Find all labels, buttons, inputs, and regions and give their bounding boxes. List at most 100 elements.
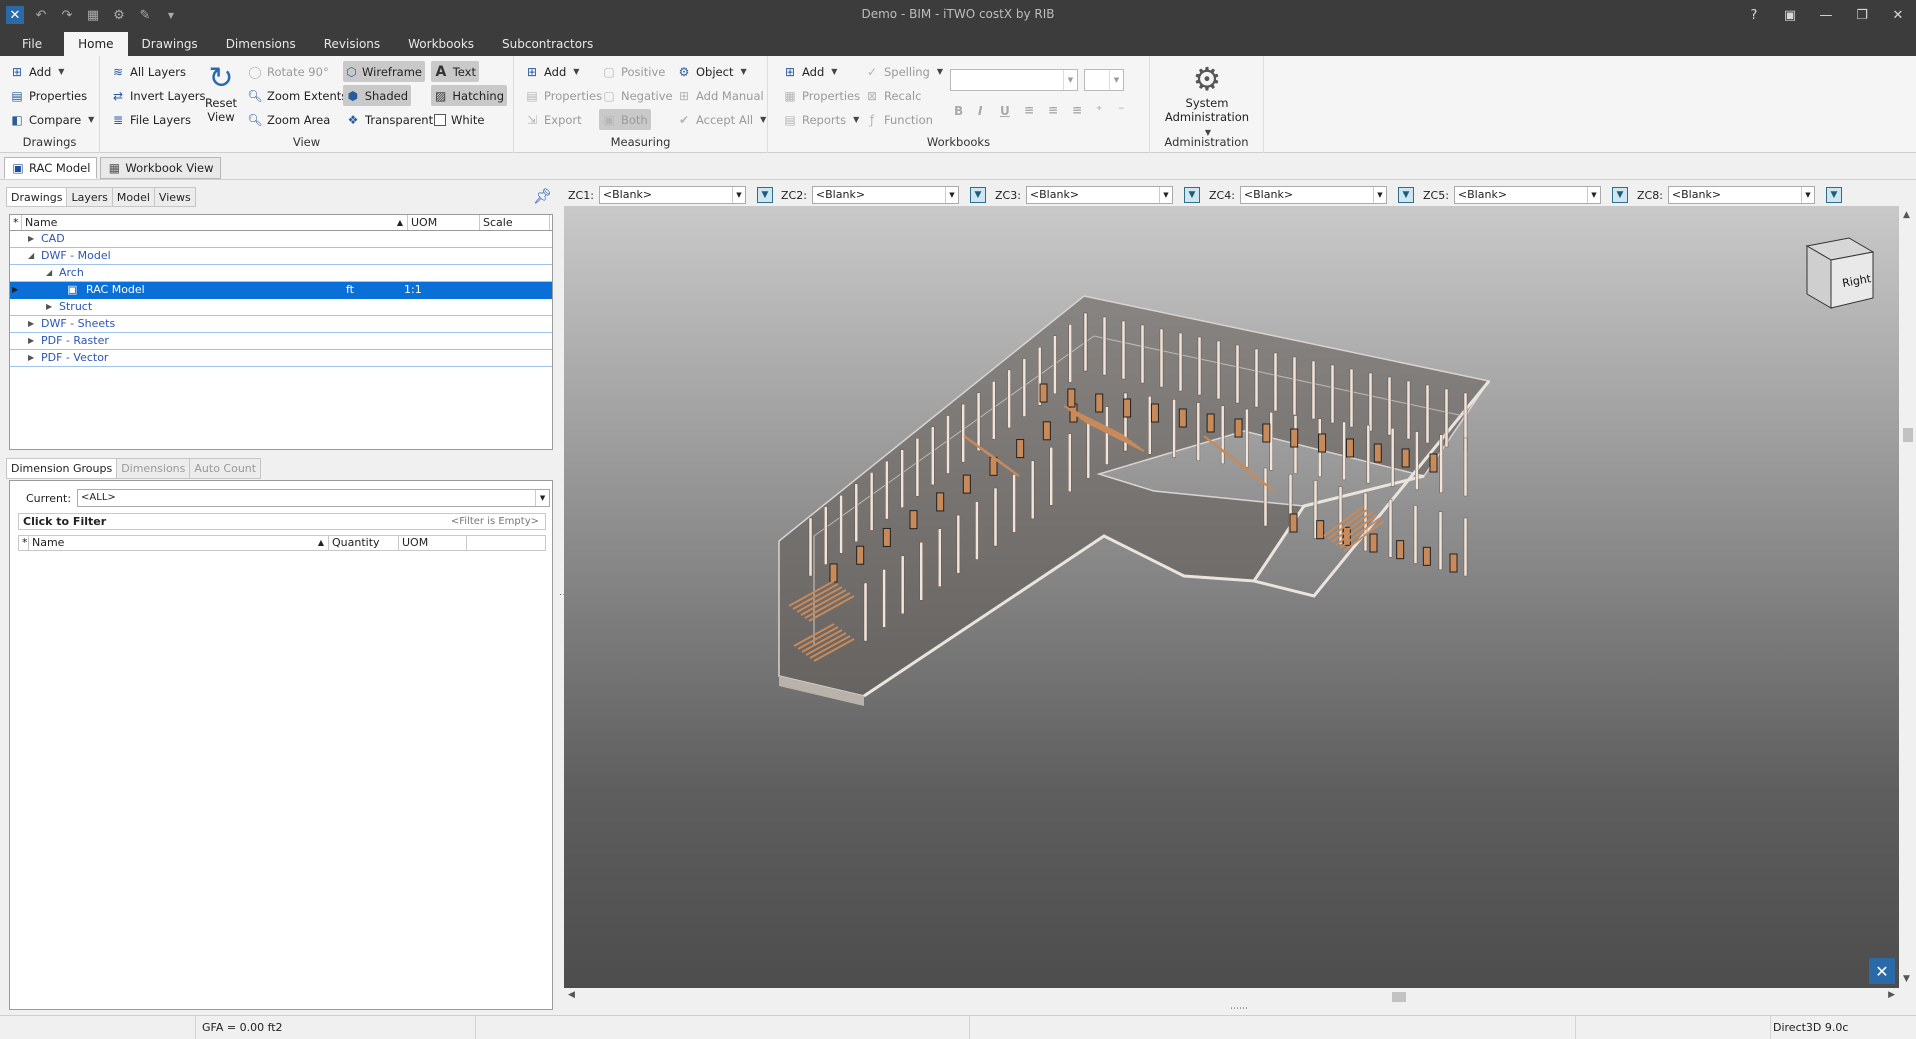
close-button[interactable]: ✕ xyxy=(1880,0,1916,30)
filter-icon[interactable]: ▼ xyxy=(1825,187,1842,203)
horizontal-scrollbar[interactable]: ◀ ▶ xyxy=(564,988,1899,1005)
tab-rac-model[interactable]: ▣ RAC Model xyxy=(4,157,98,179)
tab-drawings[interactable]: Drawings xyxy=(128,32,212,56)
scale-column-header[interactable]: Scale xyxy=(480,215,550,230)
wireframe-button[interactable]: ⬡ Wireframe xyxy=(343,61,425,82)
negative-button[interactable]: ▢ Negative xyxy=(599,85,676,106)
rotate-button[interactable]: ◯ Rotate 90° xyxy=(245,61,332,82)
tab-auto-count[interactable]: Auto Count xyxy=(189,458,262,479)
tab-dimensions-list[interactable]: Dimensions xyxy=(116,458,191,479)
add-manual-button[interactable]: ⊞ Add Manual xyxy=(674,85,767,106)
tree-row-struct[interactable]: ▶ Struct xyxy=(10,299,552,316)
workbooks-add-button[interactable]: ⊞ Add ▼ xyxy=(780,61,840,82)
vertical-scroll-thumb[interactable] xyxy=(1903,428,1913,442)
file-layers-button[interactable]: ≣ File Layers xyxy=(108,109,194,130)
drawings-properties-button[interactable]: ▤ Properties xyxy=(7,85,90,106)
tab-subcontractors[interactable]: Subcontractors xyxy=(488,32,607,56)
expand-icon[interactable]: ▶ xyxy=(28,333,34,349)
resize-grip-icon[interactable]: ⋯⋯ xyxy=(1230,1004,1248,1014)
measuring-add-button[interactable]: ⊞ Add ▼ xyxy=(522,61,582,82)
minimize-button[interactable]: — xyxy=(1808,0,1844,30)
scroll-left-icon[interactable]: ◀ xyxy=(568,990,575,1000)
measuring-export-button[interactable]: ⇲ Export xyxy=(522,109,585,130)
horizontal-scroll-thumb[interactable] xyxy=(1392,992,1406,1002)
filter-icon[interactable]: ▼ xyxy=(1183,187,1200,203)
filter-icon[interactable]: ▼ xyxy=(1611,187,1628,203)
tab-workbooks[interactable]: Workbooks xyxy=(394,32,488,56)
expand-icon[interactable]: ▶ xyxy=(46,299,52,315)
function-button[interactable]: ƒ Function xyxy=(862,109,936,130)
zc2-select[interactable]: <Blank> ▼ xyxy=(811,186,959,204)
dim-quantity-column-header[interactable]: Quantity xyxy=(329,536,399,550)
filter-icon[interactable]: ▼ xyxy=(969,187,986,203)
text-toggle-button[interactable]: A Text xyxy=(431,61,479,82)
expand-icon[interactable]: ▶ xyxy=(28,350,34,366)
drawings-add-button[interactable]: ⊞ Add ▼ xyxy=(7,61,67,82)
reset-view-button[interactable]: ↻ Reset View xyxy=(203,62,239,125)
zc5-select[interactable]: <Blank> ▼ xyxy=(1453,186,1601,204)
workbooks-properties-button[interactable]: ▦ Properties xyxy=(780,85,863,106)
tree-row-arch[interactable]: ◢ Arch xyxy=(10,265,552,282)
tab-workbook-view[interactable]: ▦ Workbook View xyxy=(100,157,221,179)
3d-viewport[interactable]: Right ✕ xyxy=(564,206,1899,988)
tab-revisions[interactable]: Revisions xyxy=(310,32,394,56)
pin-icon[interactable]: 📌︎ xyxy=(533,187,552,205)
uom-column-header[interactable]: UOM xyxy=(408,215,480,230)
filter-icon[interactable]: ▼ xyxy=(1397,187,1414,203)
scroll-up-icon[interactable]: ▲ xyxy=(1903,210,1910,220)
vertical-scrollbar[interactable]: ▲ ▼ xyxy=(1899,206,1916,988)
font-name-combo[interactable]: ▼ xyxy=(950,69,1078,91)
hatching-button[interactable]: ▨ Hatching xyxy=(431,85,507,106)
invert-layers-button[interactable]: ⇄ Invert Layers xyxy=(108,85,209,106)
tab-layers-panel[interactable]: Layers xyxy=(66,187,113,207)
collapse-icon[interactable]: ◢ xyxy=(28,248,34,264)
font-size-combo[interactable]: ▼ xyxy=(1084,69,1124,91)
maximize-button[interactable]: ❐ xyxy=(1844,0,1880,30)
filter-bar[interactable]: Click to Filter <Filter is Empty> xyxy=(18,513,546,530)
expand-icon[interactable]: ▶ xyxy=(28,316,34,332)
tree-row-pdf-raster[interactable]: ▶ PDF - Raster xyxy=(10,333,552,350)
tab-file[interactable]: File xyxy=(0,32,64,56)
positive-button[interactable]: ▢ Positive xyxy=(599,61,668,82)
tree-row-dwf-sheets[interactable]: ▶ DWF - Sheets xyxy=(10,316,552,333)
align-left-icon[interactable]: ≡ xyxy=(1024,103,1034,117)
tab-dimensions[interactable]: Dimensions xyxy=(212,32,310,56)
zc3-select[interactable]: <Blank> ▼ xyxy=(1025,186,1173,204)
scroll-down-icon[interactable]: ▼ xyxy=(1903,974,1910,984)
both-button[interactable]: ▣ Both xyxy=(599,109,651,130)
tab-model-panel[interactable]: Model xyxy=(111,187,155,207)
tree-row-pdf-vector[interactable]: ▶ PDF - Vector xyxy=(10,350,552,367)
view-cube[interactable]: Right xyxy=(1799,232,1877,314)
align-center-icon[interactable]: ≡ xyxy=(1048,103,1058,117)
building-model[interactable] xyxy=(564,206,1899,988)
tree-row-rac-model[interactable]: ▶ ▣ RAC Model ft 1:1 xyxy=(10,282,552,299)
tab-views-panel[interactable]: Views xyxy=(153,187,196,207)
recalc-button[interactable]: ⊠ Recalc xyxy=(862,85,924,106)
tab-dimension-groups[interactable]: Dimension Groups xyxy=(6,458,118,479)
align-right-icon[interactable]: ≡ xyxy=(1072,103,1082,117)
italic-icon[interactable]: I xyxy=(978,104,982,118)
costx-corner-icon[interactable]: ✕ xyxy=(1869,958,1895,984)
decimal-increase-icon[interactable]: ⁺ xyxy=(1096,103,1102,117)
restore-layout-button[interactable]: ▣ xyxy=(1772,0,1808,30)
bold-icon[interactable]: B xyxy=(954,104,963,118)
filter-icon[interactable]: ▼ xyxy=(756,187,773,203)
transparent-button[interactable]: ❖ Transparent xyxy=(343,109,436,130)
tab-home[interactable]: Home xyxy=(64,32,128,56)
zc8-select[interactable]: <Blank> ▼ xyxy=(1667,186,1815,204)
expand-icon[interactable]: ▶ xyxy=(28,231,34,247)
shaded-button[interactable]: ⬢ Shaded xyxy=(343,85,411,106)
current-group-select[interactable]: <ALL> ▼ xyxy=(77,489,551,507)
tab-drawings-panel[interactable]: Drawings xyxy=(6,187,68,207)
object-button[interactable]: ⚙ Object ▼ xyxy=(674,61,750,82)
name-column-header[interactable]: Name ▲ xyxy=(22,215,408,230)
dim-name-column-header[interactable]: Name ▲ xyxy=(29,536,329,550)
zc4-select[interactable]: <Blank> ▼ xyxy=(1239,186,1387,204)
zc1-select[interactable]: <Blank> ▼ xyxy=(598,186,746,204)
measuring-properties-button[interactable]: ▤ Properties xyxy=(522,85,605,106)
help-button[interactable]: ? xyxy=(1736,0,1772,30)
collapse-icon[interactable]: ◢ xyxy=(46,265,52,281)
accept-all-button[interactable]: ✔ Accept All ▼ xyxy=(674,109,769,130)
tree-row-dwf-model[interactable]: ◢ DWF - Model xyxy=(10,248,552,265)
white-checkbox[interactable]: White xyxy=(431,109,487,130)
